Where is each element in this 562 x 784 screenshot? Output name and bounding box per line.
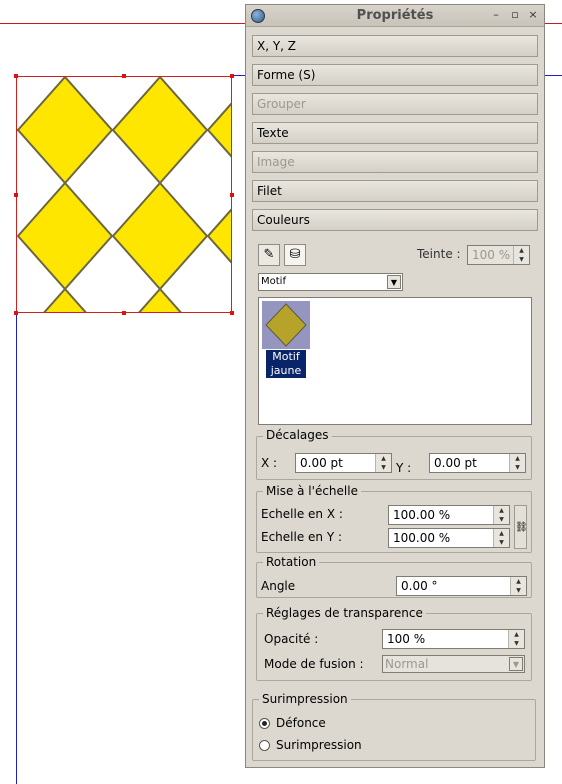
section-xyz-button[interactable]: X, Y, Z bbox=[252, 35, 538, 57]
pencil-icon: ✎ bbox=[263, 247, 275, 262]
spin-down-icon: ▼ bbox=[519, 256, 524, 263]
spin-up-icon[interactable]: ▲ bbox=[510, 454, 525, 463]
section-shape-label: Forme (S) bbox=[257, 68, 316, 82]
resize-handle[interactable] bbox=[14, 74, 18, 78]
rotation-title: Rotation bbox=[263, 555, 320, 569]
overprint-radio[interactable] bbox=[259, 740, 270, 751]
minimize-button[interactable]: – bbox=[489, 8, 503, 22]
section-line-label: Filet bbox=[257, 184, 282, 198]
overprint-title: Surimpression bbox=[259, 692, 351, 706]
spin-down-icon[interactable]: ▼ bbox=[511, 586, 526, 595]
spin-down-icon[interactable]: ▼ bbox=[494, 538, 509, 547]
angle-label: Angle bbox=[261, 579, 296, 593]
angle-spinbox[interactable]: 0.00 ° ▲ ▼ bbox=[396, 576, 527, 596]
section-text-label: Texte bbox=[257, 126, 289, 140]
scale-y-spinbox[interactable]: 100.00 % ▲ ▼ bbox=[388, 528, 510, 548]
scale-y-value: 100.00 % bbox=[393, 531, 451, 545]
close-button[interactable]: × bbox=[526, 8, 540, 22]
spin-up-icon[interactable]: ▲ bbox=[494, 529, 509, 538]
spin-up-icon[interactable]: ▲ bbox=[494, 506, 509, 515]
section-line-button[interactable]: Filet bbox=[252, 180, 538, 202]
angle-value: 0.00 ° bbox=[401, 579, 438, 593]
pattern-filled-shape[interactable] bbox=[16, 76, 232, 313]
maximize-button[interactable]: ▫ bbox=[508, 8, 522, 22]
section-group-label: Grouper bbox=[257, 97, 306, 111]
section-text-button[interactable]: Texte bbox=[252, 122, 538, 144]
resize-handle[interactable] bbox=[122, 311, 126, 315]
offset-y-label: Y : bbox=[396, 461, 412, 475]
section-colors-label: Couleurs bbox=[257, 213, 310, 227]
properties-panel: Propriétés – ▫ × X, Y, Z Forme (S) Group… bbox=[245, 4, 545, 768]
offset-x-value: 0.00 pt bbox=[300, 456, 343, 470]
paint-bucket-icon: ⛁ bbox=[289, 247, 301, 262]
overprint-label[interactable]: Surimpression bbox=[276, 738, 362, 752]
tint-spinbox: 100 % ▲ ▼ bbox=[467, 245, 530, 265]
resize-handle[interactable] bbox=[230, 193, 234, 197]
section-image-label: Image bbox=[257, 155, 295, 169]
scale-x-value: 100.00 % bbox=[393, 508, 451, 522]
resize-handle[interactable] bbox=[14, 311, 18, 315]
tint-label: Teinte : bbox=[417, 247, 461, 261]
knockout-label[interactable]: Défonce bbox=[276, 716, 326, 730]
pattern-item-label[interactable]: Motif jaune bbox=[266, 350, 306, 378]
blend-mode-value: Normal bbox=[385, 657, 429, 671]
section-shape-button[interactable]: Forme (S) bbox=[252, 64, 538, 86]
blend-mode-select: Normal ▼ bbox=[382, 655, 525, 673]
spin-up-icon: ▲ bbox=[519, 247, 524, 254]
opacity-value: 100 % bbox=[387, 632, 426, 646]
resize-handle[interactable] bbox=[14, 193, 18, 197]
spin-up-icon[interactable]: ▲ bbox=[376, 454, 391, 463]
spin-down-icon[interactable]: ▼ bbox=[494, 515, 509, 524]
chain-link-icon[interactable]: ⛓ bbox=[514, 505, 528, 549]
pattern-thumbnail[interactable] bbox=[262, 301, 310, 349]
fill-type-select[interactable]: Motif ▼ bbox=[258, 273, 403, 291]
scale-y-label: Echelle en Y : bbox=[261, 530, 343, 544]
spin-down-icon[interactable]: ▼ bbox=[509, 639, 524, 648]
pattern-list[interactable]: Motif jaune bbox=[258, 297, 532, 425]
spin-down-icon[interactable]: ▼ bbox=[510, 463, 525, 472]
transparency-title: Réglages de transparence bbox=[263, 606, 426, 620]
panel-titlebar[interactable]: Propriétés – ▫ × bbox=[246, 5, 544, 27]
spin-down-icon[interactable]: ▼ bbox=[376, 463, 391, 472]
pattern-name-line2: jaune bbox=[270, 364, 302, 377]
opacity-spinbox[interactable]: 100 % ▲ ▼ bbox=[382, 629, 525, 649]
spin-up-icon[interactable]: ▲ bbox=[511, 577, 526, 586]
scaling-title: Mise à l'échelle bbox=[263, 484, 361, 498]
chevron-down-icon: ▼ bbox=[387, 275, 401, 289]
tint-value: 100 % bbox=[472, 248, 511, 262]
diamond-icon bbox=[265, 303, 307, 347]
chevron-down-icon: ▼ bbox=[509, 657, 523, 671]
fill-color-button[interactable]: ⛁ bbox=[284, 244, 306, 266]
section-xyz-label: X, Y, Z bbox=[257, 39, 297, 53]
offset-y-spinbox[interactable]: 0.00 pt ▲ ▼ bbox=[429, 453, 526, 473]
section-colors-button[interactable]: Couleurs bbox=[252, 209, 538, 231]
pattern-name-line1: Motif bbox=[272, 350, 300, 363]
opacity-label: Opacité : bbox=[264, 632, 319, 646]
scale-x-label: Echelle en X : bbox=[261, 507, 343, 521]
offset-x-label: X : bbox=[261, 456, 278, 470]
resize-handle[interactable] bbox=[122, 74, 126, 78]
resize-handle[interactable] bbox=[230, 311, 234, 315]
spin-up-icon[interactable]: ▲ bbox=[509, 630, 524, 639]
yellow-diamond-pattern bbox=[17, 77, 231, 312]
offsets-title: Décalages bbox=[263, 428, 332, 442]
knockout-radio[interactable] bbox=[259, 718, 270, 729]
scale-x-spinbox[interactable]: 100.00 % ▲ ▼ bbox=[388, 505, 510, 525]
offset-y-value: 0.00 pt bbox=[434, 456, 477, 470]
fill-type-value: Motif bbox=[261, 276, 286, 287]
resize-handle[interactable] bbox=[230, 74, 234, 78]
stroke-color-button[interactable]: ✎ bbox=[258, 244, 280, 266]
section-group-button: Grouper bbox=[252, 93, 538, 115]
section-image-button: Image bbox=[252, 151, 538, 173]
offset-x-spinbox[interactable]: 0.00 pt ▲ ▼ bbox=[295, 453, 392, 473]
blend-mode-label: Mode de fusion : bbox=[264, 657, 364, 671]
